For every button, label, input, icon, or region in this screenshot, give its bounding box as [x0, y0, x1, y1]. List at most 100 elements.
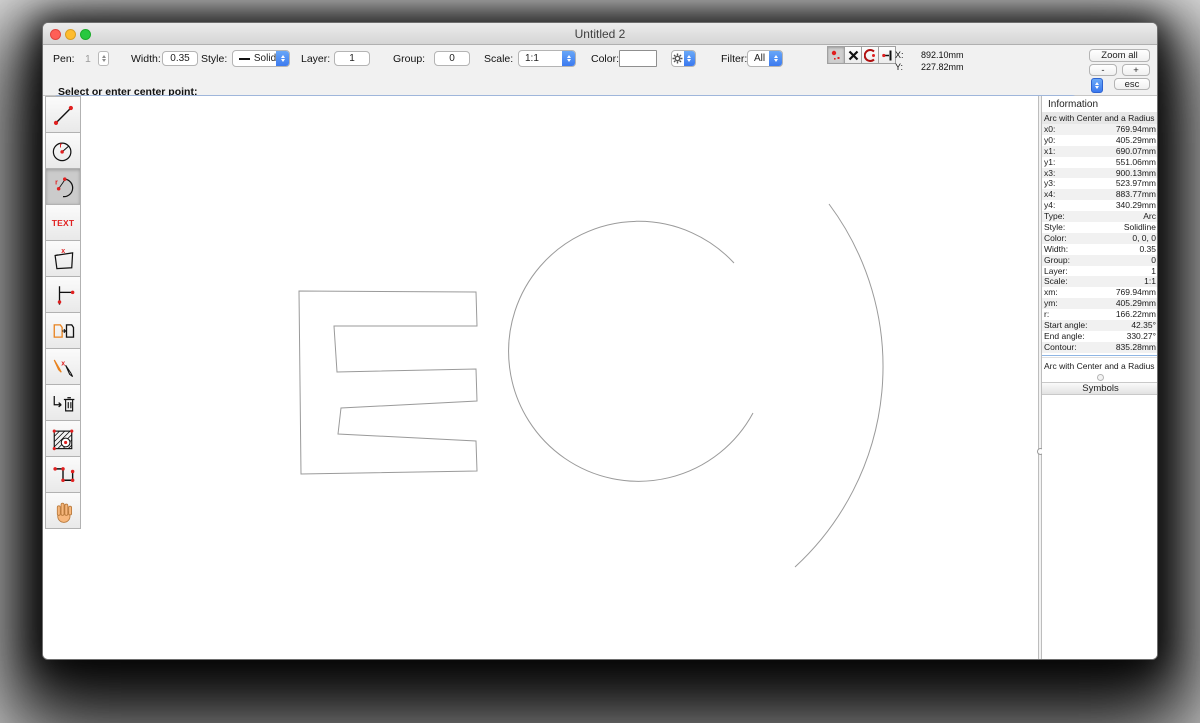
style-value: Solid	[254, 53, 276, 64]
coord-y-value: 227.82mm	[921, 62, 964, 72]
info-row: Type:Arc	[1042, 211, 1158, 222]
line-tool[interactable]	[45, 96, 81, 133]
drawing-canvas[interactable]	[45, 96, 1038, 660]
circle-radius-icon: r	[49, 137, 77, 165]
pen-stepper[interactable]	[98, 51, 109, 66]
line-icon	[49, 101, 77, 129]
info-row: y0:405.29mm	[1042, 135, 1158, 146]
quad-dimension-tool[interactable]: x	[45, 240, 81, 277]
zoom-out-button[interactable]: -	[1089, 64, 1117, 76]
scale-label: Scale:	[484, 51, 513, 67]
snap-points-icon	[830, 49, 843, 62]
info-row-label: Layer:	[1044, 266, 1068, 277]
info-row-label: Type:	[1044, 211, 1065, 222]
filter-value: All	[754, 53, 765, 64]
info-row-label: Group:	[1044, 255, 1070, 266]
info-row-value: 405.29mm	[1116, 298, 1156, 309]
text-tool[interactable]: TEXT	[45, 204, 81, 241]
color-well[interactable]	[619, 50, 657, 67]
info-row-value: 900.13mm	[1116, 168, 1156, 179]
layer-field[interactable]: 1	[334, 51, 370, 66]
info-row-label: Width:	[1044, 244, 1068, 255]
gear-icon	[672, 51, 684, 66]
info-row: y3:523.97mm	[1042, 178, 1158, 189]
symbols-grip-icon[interactable]	[1097, 374, 1104, 381]
filter-label: Filter:	[721, 51, 747, 67]
snap-delete-button[interactable]	[844, 46, 862, 64]
svg-text:x: x	[61, 247, 65, 254]
info-row-label: x3:	[1044, 168, 1055, 179]
style-dropdown[interactable]: Solid	[232, 50, 290, 67]
delete-object-tool[interactable]	[45, 384, 81, 421]
layer-label: Layer:	[301, 51, 330, 67]
style-line-sample	[239, 58, 250, 60]
info-row-value: 551.06mm	[1116, 157, 1156, 168]
info-row: y4: 340.29mm	[1042, 200, 1158, 211]
modify-object-icon: x	[49, 353, 77, 381]
polyline-tool[interactable]	[45, 456, 81, 493]
filter-dropdown[interactable]: All	[747, 50, 783, 67]
svg-text:r: r	[60, 142, 63, 149]
settings-gear-button[interactable]	[671, 50, 696, 67]
toolbar: Pen: 1 Width: 0.35 Style: Solid Layer: 1…	[43, 45, 1157, 96]
letter-e-outline[interactable]	[299, 291, 477, 474]
info-panel-title: Information	[1042, 96, 1158, 112]
width-field[interactable]: 0.35	[162, 51, 198, 66]
circle-radius-tool[interactable]: r	[45, 132, 81, 169]
info-row-value: 769.94mm	[1116, 287, 1156, 298]
snap-perpendicular-button[interactable]	[878, 46, 896, 64]
arc-radius-icon: r	[49, 173, 77, 201]
info-row-label: xm:	[1044, 287, 1058, 298]
info-row: x4:883.77mm	[1042, 189, 1158, 200]
titlebar[interactable]: Untitled 2	[43, 23, 1157, 45]
perpendicular-tool[interactable]	[45, 276, 81, 313]
coord-x-value: 892.10mm	[921, 50, 964, 60]
side-panel: Information Arc with Center and a Radius…	[1042, 96, 1158, 659]
info-row-label: y3:	[1044, 178, 1055, 189]
snap-tangent-button[interactable]	[861, 46, 879, 64]
hatch-tool[interactable]	[45, 420, 81, 457]
info-row: x3: 900.13mm	[1042, 168, 1158, 179]
esc-button[interactable]: esc	[1114, 78, 1150, 90]
info-row-label: ym:	[1044, 298, 1058, 309]
polyline-icon	[49, 461, 77, 489]
info-row-label: Color:	[1044, 233, 1067, 244]
info-row-label: y0:	[1044, 135, 1055, 146]
symbols-header[interactable]: Symbols	[1042, 382, 1158, 395]
zoom-all-button[interactable]: Zoom all	[1089, 49, 1150, 62]
text-tool-label: TEXT	[52, 218, 75, 228]
info-row: End angle:330.27°	[1042, 331, 1158, 342]
info-row-value: 1	[1151, 266, 1156, 277]
c-arc[interactable]	[509, 221, 753, 481]
info-row-label: x1:	[1044, 146, 1055, 157]
group-field[interactable]: 0	[434, 51, 470, 66]
info-row: x0:769.94mm	[1042, 124, 1158, 135]
pan-tool[interactable]	[45, 492, 81, 529]
chevron-updown-icon	[769, 50, 782, 67]
tool-palette: r r TEXT	[45, 96, 81, 529]
snap-points-button[interactable]	[827, 46, 845, 64]
info-row-label: y4:	[1044, 200, 1055, 211]
info-row-label: Contour:	[1044, 342, 1077, 353]
quad-dimension-icon: x	[49, 245, 77, 273]
info-row: Group:0	[1042, 255, 1158, 266]
info-row-value: 0, 0, 0	[1132, 233, 1156, 244]
svg-text:x: x	[61, 360, 65, 367]
info-row-label: r:	[1044, 309, 1049, 320]
info-row: ym: 405.29mm	[1042, 298, 1158, 309]
pen-label: Pen:	[53, 51, 75, 67]
zoom-in-button[interactable]: +	[1122, 64, 1150, 76]
info-row-value: 340.29mm	[1116, 200, 1156, 211]
info-row-value: 835.28mm	[1116, 342, 1156, 353]
info-row-value: 883.77mm	[1116, 189, 1156, 200]
copy-object-tool[interactable]	[45, 312, 81, 349]
paren-arc[interactable]	[795, 204, 883, 567]
modify-object-tool[interactable]: x	[45, 348, 81, 385]
history-stepper[interactable]	[1091, 78, 1103, 93]
arc-radius-tool[interactable]: r	[45, 168, 81, 205]
info-rows: x0:769.94mmy0:405.29mmx1:690.07mmy1:551.…	[1042, 124, 1158, 353]
info-row: Layer: 1	[1042, 266, 1158, 277]
scale-dropdown[interactable]: 1:1	[518, 50, 576, 67]
info-row-label: End angle:	[1044, 331, 1085, 342]
info-row: Contour: 835.28mm	[1042, 342, 1158, 353]
